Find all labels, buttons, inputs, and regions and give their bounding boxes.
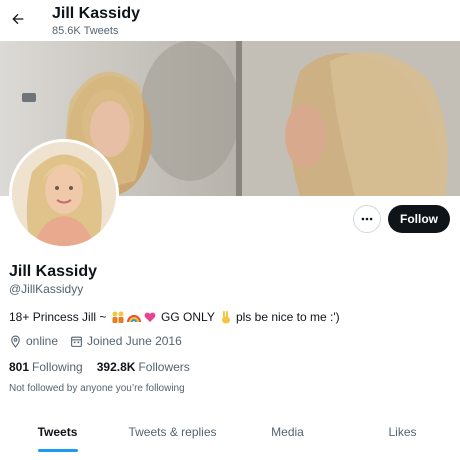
profile-bio: 18+ Princess Jill ~ GG ONLY pls be nice … xyxy=(9,309,340,325)
bio-text-part-2: GG ONLY xyxy=(157,310,218,324)
tab-media-label: Media xyxy=(271,425,304,439)
couple-emoji-icon xyxy=(112,311,124,323)
hearts-emoji-icon xyxy=(144,312,156,322)
profile-tabs: Tweets Tweets & replies Media Likes xyxy=(0,412,460,452)
follow-stats: 801 Following 392.8K Followers xyxy=(9,360,204,374)
followers-count: 392.8K xyxy=(96,360,136,374)
profile-display-name: Jill Kassidy xyxy=(9,263,98,280)
header-display-name: Jill Kassidy xyxy=(52,5,141,22)
location-text: online xyxy=(26,334,59,348)
joined-item: Joined June 2016 xyxy=(70,334,182,348)
bio-text-part-1: 18+ Princess Jill ~ xyxy=(9,310,110,324)
back-arrow-icon[interactable] xyxy=(8,8,28,30)
more-options-button[interactable] xyxy=(353,205,381,233)
calendar-icon xyxy=(71,336,82,347)
tab-likes-label: Likes xyxy=(388,425,417,439)
tab-media[interactable]: Media xyxy=(230,412,345,452)
following-count: 801 xyxy=(9,360,30,374)
header-tweet-count: 85.6K Tweets xyxy=(52,25,119,37)
rainbow-emoji-icon xyxy=(126,315,141,323)
avatar[interactable] xyxy=(9,139,119,249)
tab-tweets[interactable]: Tweets xyxy=(0,412,115,452)
followers-link[interactable]: 392.8K Followers xyxy=(97,360,190,374)
profile-meta: online Joined June 2016 xyxy=(9,334,194,348)
following-link[interactable]: 801 Following xyxy=(9,360,83,374)
tab-tweets-and-replies[interactable]: Tweets & replies xyxy=(115,412,230,452)
top-bar: Jill Kassidy 85.6K Tweets xyxy=(0,0,460,41)
more-horizontal-icon xyxy=(361,217,373,221)
tab-tweets-label: Tweets xyxy=(37,425,78,439)
follow-button[interactable]: Follow xyxy=(388,205,450,233)
location-item: online xyxy=(9,334,58,348)
bio-text-part-3: pls be nice to me :') xyxy=(235,310,340,324)
peace-hand-emoji-icon xyxy=(221,311,230,324)
location-pin-icon xyxy=(11,335,20,348)
followed-by-note: Not followed by anyone you’re following xyxy=(9,383,185,394)
tab-tweets-and-replies-label: Tweets & replies xyxy=(128,425,217,439)
tab-likes[interactable]: Likes xyxy=(345,412,460,452)
profile-handle: @JillKassidyy xyxy=(9,282,84,296)
active-tab-indicator xyxy=(37,449,78,452)
following-label: Following xyxy=(32,360,83,374)
joined-text: Joined June 2016 xyxy=(87,334,182,348)
followers-label: Followers xyxy=(138,360,190,374)
